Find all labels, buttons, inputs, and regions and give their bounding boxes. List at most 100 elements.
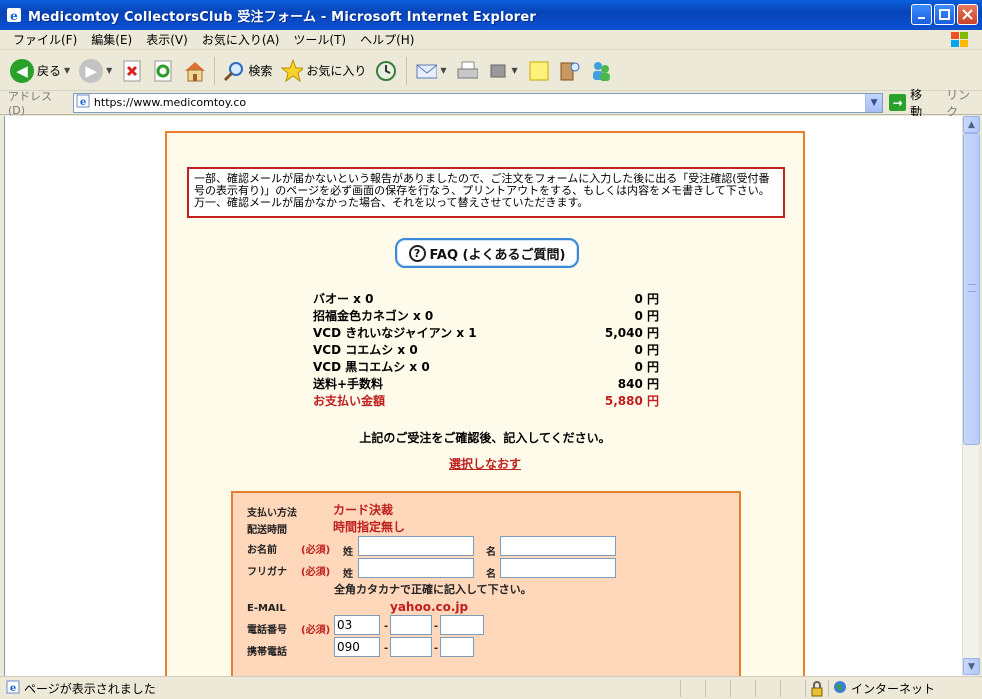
search-icon	[223, 59, 245, 83]
item-name: バオー x 0	[313, 292, 374, 306]
vertical-scrollbar[interactable]: ▲ ▼	[962, 116, 980, 676]
toolbar: ◀ 戻る ▼ ▶ ▼ 検索 お気に入り ▼ ▼	[0, 51, 982, 91]
svg-text:e: e	[10, 9, 18, 23]
back-label: 戻る	[37, 64, 62, 78]
last-name-label: 姓	[343, 547, 353, 558]
name-label: お名前	[247, 545, 277, 556]
history-icon	[375, 59, 397, 83]
refresh-button[interactable]	[152, 59, 174, 83]
dropdown-arrow-icon[interactable]: ▼	[64, 66, 70, 75]
discuss-button[interactable]	[527, 59, 549, 83]
links-button[interactable]: リンク	[946, 86, 982, 120]
menu-edit[interactable]: 編集(E)	[84, 31, 139, 48]
scroll-thumb[interactable]	[963, 133, 980, 445]
item-price: 0 円	[634, 343, 659, 357]
home-icon	[183, 59, 206, 83]
chevron-down-icon[interactable]: ▼	[865, 93, 883, 112]
last-name-input[interactable]	[358, 536, 474, 556]
phone-label: 電話番号	[247, 625, 287, 636]
edit-button[interactable]: ▼	[487, 59, 518, 83]
zone-label: インターネット	[851, 682, 936, 696]
mail-button[interactable]: ▼	[415, 59, 447, 83]
item-name: 招福金色カネゴン x 0	[313, 309, 434, 323]
close-button[interactable]	[957, 4, 978, 25]
menu-file[interactable]: ファイル(F)	[6, 31, 84, 48]
phone-middle-input[interactable]	[390, 615, 432, 635]
mobile-middle-input[interactable]	[390, 637, 432, 657]
messenger-button[interactable]	[589, 59, 611, 83]
lock-icon	[810, 681, 824, 699]
page-container: 一部、確認メールが届かないという報告がありましたので、ご注文をフォームに入力した…	[165, 131, 805, 676]
email-label: E-MAIL	[247, 603, 286, 614]
search-button[interactable]: 検索	[223, 59, 272, 83]
scroll-up-button[interactable]: ▲	[963, 116, 980, 133]
delivery-label: 配送時間	[247, 525, 287, 536]
order-summary: バオー x 0 0 円 招福金色カネゴン x 0 0 円 VCD きれいなジャイアン…	[313, 290, 659, 409]
order-row: 送料+手数料 840 円	[313, 375, 659, 392]
back-arrow-icon: ◀	[10, 58, 34, 83]
page-viewport: 一部、確認メールが届かないという報告がありましたので、ご注文をフォームに入力した…	[4, 116, 962, 676]
printer-icon	[456, 59, 478, 83]
address-url: https://www.medicomtoy.co	[93, 96, 247, 109]
required-marker: (必須)	[301, 567, 331, 578]
total-price: 5,880 円	[604, 394, 659, 408]
address-label: アドレス(D)	[8, 90, 52, 117]
order-form: 支払い方法 カード決裁 配送時間 時間指定無し お名前 (必須) 姓 名 フリガ…	[231, 491, 741, 676]
item-name: VCD 黒コエムシ x 0	[313, 360, 430, 374]
item-name: VCD コエムシ x 0	[313, 343, 418, 357]
item-name: 送料+手数料	[313, 377, 384, 391]
phone-area-input[interactable]: 03	[334, 615, 380, 635]
search-label: 検索	[248, 64, 273, 78]
menu-tools[interactable]: ツール(T)	[286, 31, 353, 48]
faq-button[interactable]: ? FAQ (よくあるご質問)	[395, 238, 579, 268]
menu-view[interactable]: 表示(V)	[139, 31, 195, 48]
kana-last-input[interactable]	[358, 558, 474, 578]
favorites-label: お気に入り	[306, 64, 367, 78]
item-price: 840 円	[617, 377, 659, 391]
scroll-grip	[968, 284, 976, 292]
kana-label: フリガナ	[247, 567, 287, 578]
status-divider	[805, 680, 806, 697]
minimize-button[interactable]	[911, 4, 932, 25]
notice-box: 一部、確認メールが届かないという報告がありましたので、ご注文をフォームに入力した…	[187, 167, 785, 218]
stop-button[interactable]	[121, 59, 143, 83]
item-name: VCD きれいなジャイアン x 1	[313, 326, 477, 340]
reselect-link[interactable]: 選択しなおす	[167, 455, 803, 472]
dropdown-arrow-icon[interactable]: ▼	[106, 66, 112, 75]
ie-icon: e	[6, 7, 22, 23]
go-label: 移動	[910, 87, 923, 119]
address-input[interactable]: e https://www.medicomtoy.co ▼	[72, 92, 884, 113]
forward-arrow-icon: ▶	[79, 58, 104, 83]
mobile-label: 携帯電話	[247, 647, 287, 658]
first-name-input[interactable]	[500, 536, 616, 556]
phone-dash: -	[434, 621, 439, 632]
status-divider	[780, 680, 781, 697]
mobile-area-input[interactable]: 090	[334, 637, 380, 657]
print-button[interactable]	[456, 59, 478, 83]
payment-label: 支払い方法	[247, 508, 297, 519]
back-button[interactable]: ◀ 戻る ▼	[10, 58, 70, 83]
scroll-down-button[interactable]: ▼	[963, 658, 980, 675]
status-divider	[755, 680, 756, 697]
status-divider	[705, 680, 706, 697]
question-icon: ?	[408, 244, 426, 262]
order-row: VCD 黒コエムシ x 0 0 円	[313, 358, 659, 375]
mobile-last-input[interactable]	[440, 637, 474, 657]
go-button[interactable]: → 移動	[889, 86, 934, 120]
dropdown-arrow-icon[interactable]: ▼	[440, 66, 446, 75]
phone-last-input[interactable]	[440, 615, 484, 635]
menu-favorites[interactable]: お気に入り(A)	[195, 31, 287, 48]
home-button[interactable]	[183, 59, 206, 83]
menu-help[interactable]: ヘルプ(H)	[353, 31, 421, 48]
favorites-button[interactable]: お気に入り	[281, 58, 367, 83]
maximize-button[interactable]	[934, 4, 955, 25]
item-price: 0 円	[634, 360, 659, 374]
kana-last-label: 姓	[343, 569, 353, 580]
history-button[interactable]	[375, 59, 397, 83]
forward-button[interactable]: ▶ ▼	[79, 58, 112, 83]
kana-first-input[interactable]	[500, 558, 616, 578]
research-button[interactable]	[558, 59, 580, 83]
item-price: 0 円	[634, 292, 659, 306]
status-divider	[828, 680, 829, 697]
dropdown-arrow-icon[interactable]: ▼	[512, 66, 518, 75]
